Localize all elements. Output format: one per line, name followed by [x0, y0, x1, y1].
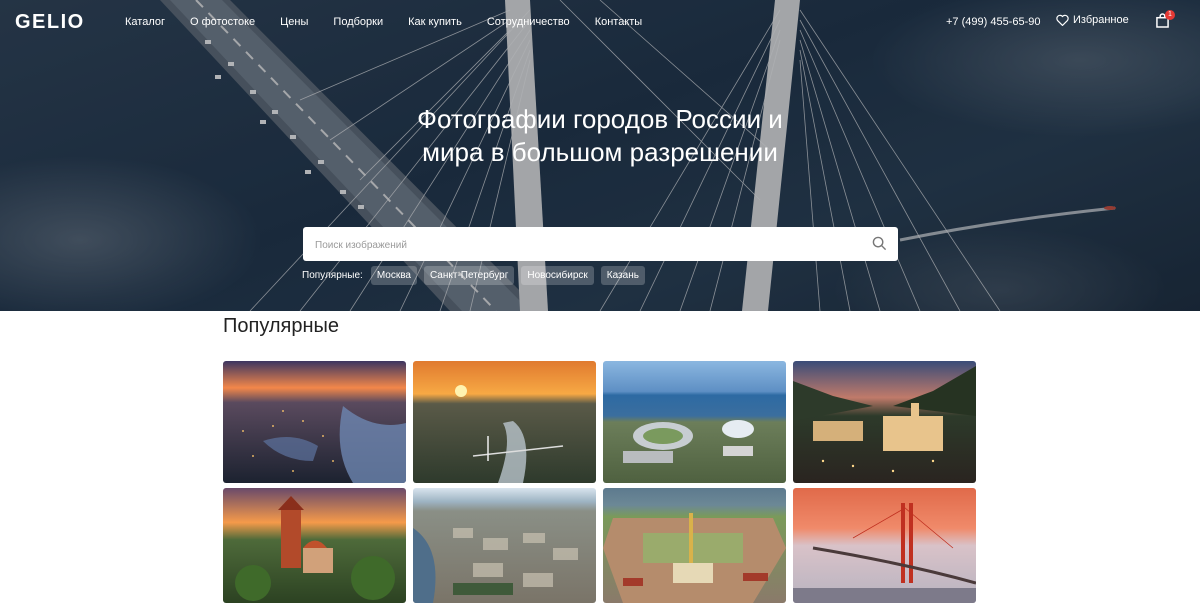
nav-item-collections[interactable]: Подборки: [333, 16, 383, 28]
tag-moscow[interactable]: Москва: [370, 266, 417, 285]
logo[interactable]: GELIO: [15, 11, 85, 34]
top-nav: GELIO Каталог О фотостоке Цены Подборки …: [0, 0, 1200, 44]
search-icon[interactable]: [872, 236, 887, 251]
favorites-link[interactable]: Избранное: [1056, 14, 1129, 26]
nav-item-contacts[interactable]: Контакты: [595, 16, 643, 28]
photo-olympic-park: [603, 361, 786, 483]
search-input[interactable]: [313, 227, 857, 263]
favorites-label: Избранное: [1073, 14, 1129, 26]
photo-sunset-bridge: [413, 361, 596, 483]
cart-button[interactable]: 1: [1156, 10, 1175, 33]
tag-kazan[interactable]: Казань: [600, 266, 645, 285]
tag-saint-petersburg[interactable]: Санкт-Петербург: [423, 266, 515, 285]
tag-novosibirsk[interactable]: Новосибирск: [521, 266, 594, 285]
main-menu: Каталог О фотостоке Цены Подборки Как ку…: [125, 16, 667, 28]
heart-icon: [1056, 14, 1069, 26]
photo-red-tower-town: [223, 488, 406, 603]
photo-mountain-resort: [793, 361, 976, 483]
hero-banner: GELIO Каталог О фотостоке Цены Подборки …: [0, 0, 1200, 311]
nav-item-catalog[interactable]: Каталог: [125, 16, 165, 28]
photo-city-night-river: [223, 361, 406, 483]
nav-item-about[interactable]: О фотостоке: [190, 16, 255, 28]
photo-card[interactable]: [603, 488, 786, 603]
photo-card[interactable]: [223, 361, 406, 483]
photo-fortress-aerial: [603, 488, 786, 603]
photo-card[interactable]: [413, 361, 596, 483]
photo-city-aerial: [413, 488, 596, 603]
section-title: Популярные: [223, 315, 340, 337]
photo-card[interactable]: [793, 361, 976, 483]
popular-tags: Популярные: Москва Санкт-Петербург Новос…: [302, 266, 652, 285]
nav-item-how-to-buy[interactable]: Как купить: [408, 16, 462, 28]
photo-card[interactable]: [793, 488, 976, 603]
photo-card[interactable]: [603, 361, 786, 483]
phone-link[interactable]: +7 (499) 455-65-90: [946, 16, 1040, 28]
nav-item-cooperation[interactable]: Сотрудничество: [487, 16, 570, 28]
photo-card[interactable]: [223, 488, 406, 603]
photo-card[interactable]: [413, 488, 596, 603]
photo-red-bridge-winter: [793, 488, 976, 603]
search-box: [303, 227, 898, 263]
popular-label: Популярные:: [302, 270, 363, 281]
hero-title: Фотографии городов России и мира в больш…: [417, 104, 783, 167]
nav-item-prices[interactable]: Цены: [280, 16, 308, 28]
cart-count-badge: 1: [1165, 10, 1175, 20]
